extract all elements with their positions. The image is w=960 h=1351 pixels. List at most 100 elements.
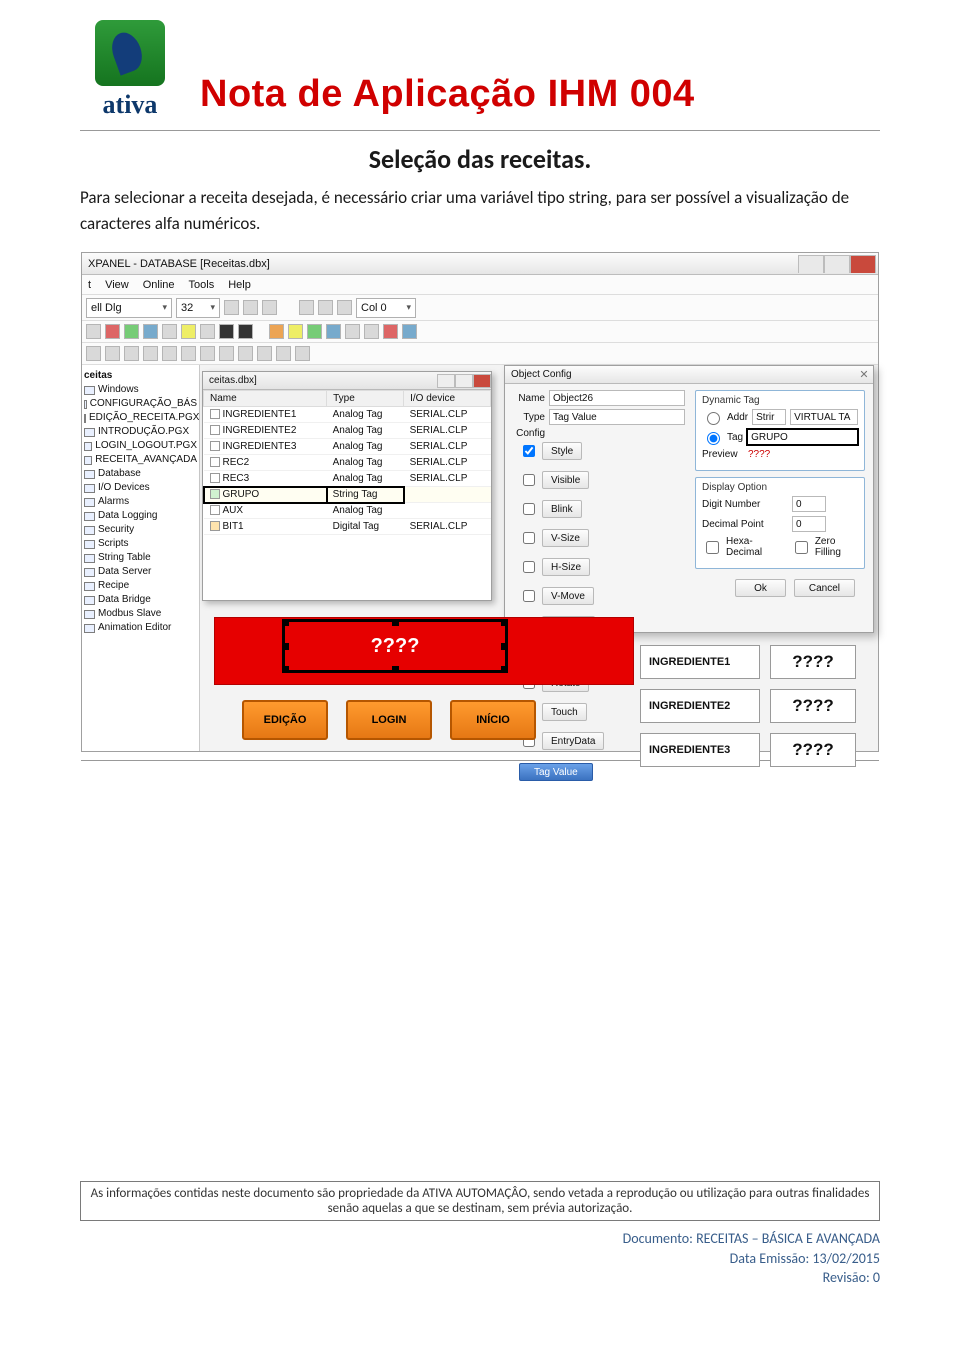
tool-icon[interactable] xyxy=(288,324,303,339)
close-button[interactable] xyxy=(850,255,876,273)
visible-button[interactable]: Visible xyxy=(542,471,589,489)
shape-icon[interactable] xyxy=(295,346,310,361)
tool-icon[interactable] xyxy=(364,324,379,339)
tree-item-label[interactable]: Data Server xyxy=(98,565,151,579)
hsize-button[interactable]: H-Size xyxy=(542,558,590,576)
resize-handle[interactable] xyxy=(501,666,508,673)
style-checkbox[interactable] xyxy=(523,445,535,457)
ok-button[interactable]: Ok xyxy=(735,579,786,597)
cancel-button[interactable]: Cancel xyxy=(794,579,855,597)
tool-icon[interactable] xyxy=(162,324,177,339)
tree-item-label[interactable]: Alarms xyxy=(98,495,129,509)
minimize-button[interactable] xyxy=(798,255,824,273)
resize-handle[interactable] xyxy=(282,619,289,626)
menu-item[interactable]: Tools xyxy=(189,279,215,291)
tree-item-label[interactable]: EDIÇÃO_RECEITA.PGX xyxy=(89,411,199,425)
maximize-icon[interactable] xyxy=(455,374,473,388)
tree-item-label[interactable]: Animation Editor xyxy=(98,621,171,635)
table-row[interactable]: REC2Analog TagSERIAL.CLP xyxy=(204,455,491,471)
tree-item-label[interactable]: String Table xyxy=(98,551,151,565)
tool-icon[interactable] xyxy=(345,324,360,339)
close-icon[interactable]: ✕ xyxy=(855,368,873,382)
tool-icon[interactable] xyxy=(200,324,215,339)
table-row[interactable]: INGREDIENTE1Analog TagSERIAL.CLP xyxy=(204,407,491,423)
tool-icon[interactable] xyxy=(402,324,417,339)
tool-icon[interactable] xyxy=(307,324,322,339)
ingredient-value[interactable]: ???? xyxy=(770,645,856,679)
name-field[interactable]: Object26 xyxy=(549,390,685,406)
type-field[interactable]: Tag Value xyxy=(549,409,685,425)
addr-type-field[interactable]: Strir xyxy=(752,409,786,425)
tree-item-label[interactable]: Database xyxy=(98,467,141,481)
tree-item-label[interactable]: Recipe xyxy=(98,579,129,593)
tree-item-label[interactable]: Modbus Slave xyxy=(98,607,161,621)
tree-root[interactable]: ceitas xyxy=(84,369,197,383)
maximize-button[interactable] xyxy=(824,255,850,273)
vsize-button[interactable]: V-Size xyxy=(542,529,589,547)
style-button[interactable]: Style xyxy=(542,442,582,460)
digit-field[interactable]: 0 xyxy=(792,496,826,512)
table-row[interactable]: BIT1Digital TagSERIAL.CLP xyxy=(204,519,491,535)
tagvalue-button[interactable]: Tag Value xyxy=(519,763,593,781)
italic-icon[interactable] xyxy=(243,300,258,315)
col-io[interactable]: I/O device xyxy=(404,391,491,407)
resize-handle[interactable] xyxy=(282,643,289,650)
hex-checkbox[interactable] xyxy=(706,541,719,554)
align-center-icon[interactable] xyxy=(318,300,333,315)
addr-radio[interactable] xyxy=(707,412,720,425)
close-icon[interactable] xyxy=(473,374,491,388)
table-row[interactable]: INGREDIENTE2Analog TagSERIAL.CLP xyxy=(204,423,491,439)
col-type[interactable]: Type xyxy=(327,391,404,407)
resize-handle[interactable] xyxy=(392,619,399,626)
menu-item[interactable]: View xyxy=(105,279,129,291)
tag-radio[interactable] xyxy=(707,432,720,445)
align-left-icon[interactable] xyxy=(299,300,314,315)
tree-item-label[interactable]: CONFIGURAÇÃO_BÁS xyxy=(90,397,197,411)
touch-button[interactable]: Touch xyxy=(542,703,587,721)
hmi-button-edicao[interactable]: EDIÇÃO xyxy=(242,700,328,740)
resize-handle[interactable] xyxy=(501,643,508,650)
addr-value-field[interactable]: VIRTUAL TA xyxy=(790,409,858,425)
tool-icon[interactable] xyxy=(124,324,139,339)
shape-icon[interactable] xyxy=(143,346,158,361)
table-row[interactable]: REC3Analog TagSERIAL.CLP xyxy=(204,471,491,487)
tool-icon[interactable] xyxy=(269,324,284,339)
tool-icon[interactable] xyxy=(86,324,101,339)
shape-icon[interactable] xyxy=(257,346,272,361)
shape-icon[interactable] xyxy=(276,346,291,361)
column-combo[interactable]: Col 0 xyxy=(356,298,416,318)
shape-icon[interactable] xyxy=(200,346,215,361)
hmi-button-login[interactable]: LOGIN xyxy=(346,700,432,740)
tool-icon[interactable] xyxy=(219,324,234,339)
shape-icon[interactable] xyxy=(219,346,234,361)
tool-icon[interactable] xyxy=(238,324,253,339)
tool-icon[interactable] xyxy=(105,324,120,339)
tree-item-label[interactable]: LOGIN_LOGOUT.PGX xyxy=(95,439,197,453)
shape-icon[interactable] xyxy=(181,346,196,361)
tag-value-field[interactable]: GRUPO xyxy=(747,429,858,445)
minimize-icon[interactable] xyxy=(437,374,455,388)
vmove-button[interactable]: V-Move xyxy=(542,587,594,605)
project-tree[interactable]: ceitas Windows CONFIGURAÇÃO_BÁS EDIÇÃO_R… xyxy=(82,365,200,751)
ingredient-value[interactable]: ???? xyxy=(770,689,856,723)
table-row-highlight[interactable]: GRUPOString Tag xyxy=(204,487,491,503)
vmove-checkbox[interactable] xyxy=(523,590,535,602)
table-row[interactable]: AUXAnalog Tag xyxy=(204,503,491,519)
menu-item[interactable]: Online xyxy=(143,279,175,291)
tool-icon[interactable] xyxy=(326,324,341,339)
tree-item-label[interactable]: Windows xyxy=(98,383,139,397)
menu-item[interactable]: Help xyxy=(228,279,251,291)
tree-item-label[interactable]: Security xyxy=(98,523,134,537)
tree-item-label[interactable]: INTRODUÇÃO.PGX xyxy=(98,425,189,439)
blink-button[interactable]: Blink xyxy=(542,500,582,518)
tool-icon[interactable] xyxy=(143,324,158,339)
hmi-button-inicio[interactable]: INÍCIO xyxy=(450,700,536,740)
align-right-icon[interactable] xyxy=(337,300,352,315)
tool-icon[interactable] xyxy=(181,324,196,339)
shape-icon[interactable] xyxy=(86,346,101,361)
decimal-field[interactable]: 0 xyxy=(792,516,826,532)
tool-icon[interactable] xyxy=(383,324,398,339)
tree-item-label[interactable]: Scripts xyxy=(98,537,129,551)
shape-icon[interactable] xyxy=(124,346,139,361)
col-name[interactable]: Name xyxy=(204,391,327,407)
